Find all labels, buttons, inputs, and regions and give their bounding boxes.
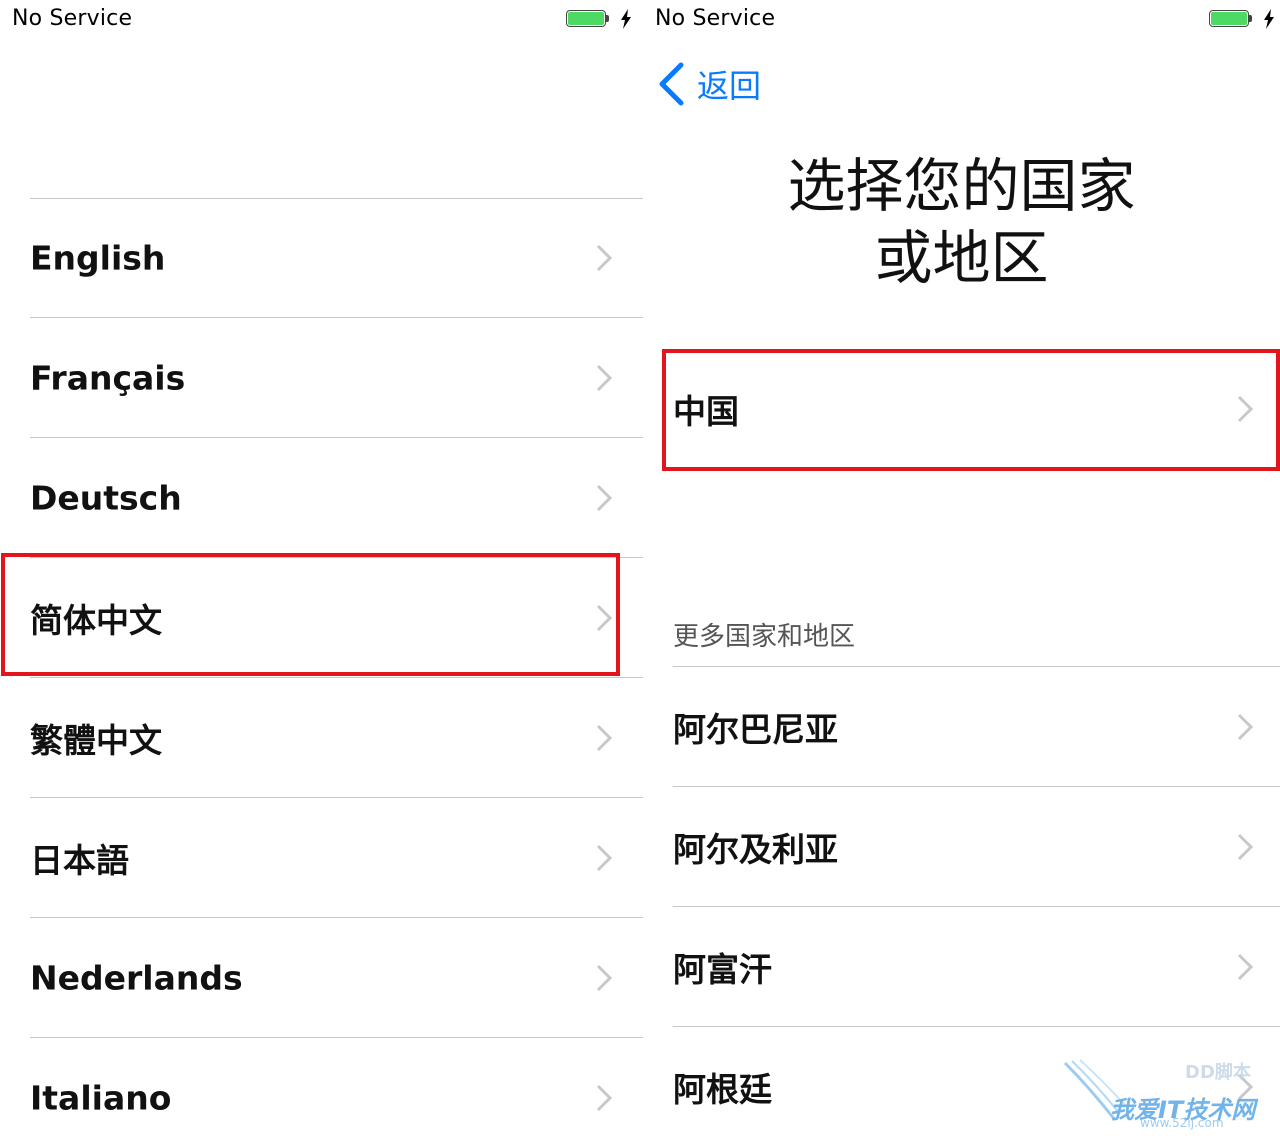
language-label: Français	[30, 358, 186, 397]
language-row-english[interactable]: English	[28, 198, 643, 317]
language-label: 日本語	[30, 840, 129, 880]
bolt-icon	[1264, 9, 1274, 29]
bolt-icon	[621, 9, 631, 29]
country-row-argentina[interactable]: 阿根廷	[671, 1027, 1280, 1136]
country-row-albania[interactable]: 阿尔巴尼亚	[671, 667, 1280, 786]
language-row-nederlands[interactable]: Nederlands	[28, 918, 643, 1037]
carrier-status: No Service	[655, 6, 776, 31]
battery-icon	[566, 10, 609, 29]
chevron-right-icon	[596, 724, 612, 751]
country-row-china[interactable]: 中国	[671, 348, 1280, 470]
title-line-1: 选择您的国家	[787, 152, 1136, 220]
country-row-afghanistan[interactable]: 阿富汗	[671, 907, 1280, 1026]
language-label: English	[30, 238, 166, 277]
back-label: 返回	[697, 67, 762, 105]
carrier-status: No Service	[12, 6, 133, 31]
language-row-simplified-chinese[interactable]: 简体中文	[28, 558, 643, 677]
language-row-francais[interactable]: Français	[28, 318, 643, 437]
language-row-traditional-chinese[interactable]: 繁體中文	[28, 678, 643, 797]
title-line-2: 或地区	[874, 224, 1049, 292]
country-label: 阿尔巴尼亚	[673, 709, 838, 749]
language-label: 简体中文	[30, 600, 162, 640]
chevron-right-icon	[596, 244, 612, 271]
battery-icon	[1209, 10, 1252, 29]
chevron-right-icon	[1237, 833, 1253, 860]
country-label: 阿富汗	[673, 949, 772, 989]
country-label: 阿根廷	[673, 1069, 772, 1109]
chevron-left-icon	[659, 62, 684, 106]
language-label: 繁體中文	[30, 720, 162, 760]
language-row-italiano[interactable]: Italiano	[28, 1038, 643, 1136]
language-row-japanese[interactable]: 日本語	[28, 798, 643, 917]
page-title: 选择您的国家 或地区	[643, 150, 1280, 294]
chevron-right-icon	[1237, 395, 1253, 423]
language-label: Deutsch	[30, 478, 182, 517]
country-row-algeria[interactable]: 阿尔及利亚	[671, 787, 1280, 906]
country-label: 中国	[673, 392, 739, 431]
chevron-right-icon	[596, 844, 612, 871]
chevron-right-icon	[596, 964, 612, 991]
country-label: 阿尔及利亚	[673, 829, 838, 869]
language-label: Italiano	[30, 1078, 172, 1117]
chevron-right-icon	[596, 604, 612, 631]
chevron-right-icon	[596, 364, 612, 391]
language-label: Nederlands	[30, 958, 243, 997]
chevron-right-icon	[1237, 953, 1253, 980]
language-select-screen: No Service English Français Deutsch 简体中文…	[0, 0, 643, 1136]
country-select-screen: No Service 返回 选择您的国家 或地区 中国 更多国家和地区 阿尔巴尼…	[643, 0, 1280, 1136]
section-header: 更多国家和地区	[673, 622, 856, 652]
chevron-right-icon	[596, 1084, 612, 1111]
chevron-right-icon	[596, 484, 612, 511]
language-row-deutsch[interactable]: Deutsch	[28, 438, 643, 557]
back-button[interactable]: 返回	[657, 60, 761, 108]
chevron-right-icon	[1237, 1073, 1253, 1100]
chevron-right-icon	[1237, 713, 1253, 740]
